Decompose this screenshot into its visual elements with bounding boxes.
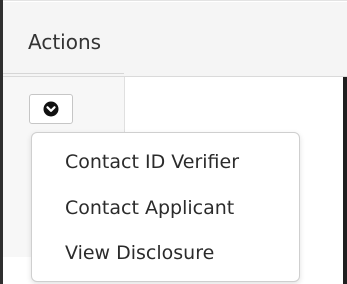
menu-item-contact-applicant[interactable]: Contact Applicant bbox=[65, 196, 234, 220]
header-divider bbox=[3, 73, 124, 74]
right-edge-strip bbox=[343, 77, 347, 284]
top-edge-line bbox=[0, 0, 347, 1]
chevron-down-circle-icon bbox=[43, 101, 59, 117]
actions-header-label: Actions bbox=[28, 30, 102, 54]
actions-column-header: Actions bbox=[3, 2, 347, 77]
actions-dropdown-toggle[interactable] bbox=[29, 94, 73, 124]
menu-item-view-disclosure[interactable]: View Disclosure bbox=[65, 241, 214, 265]
actions-dropdown-menu: Contact ID Verifier Contact Applicant Vi… bbox=[31, 132, 300, 282]
actions-panel: Actions Contact ID Verifier Contact Appl… bbox=[0, 0, 347, 284]
menu-item-contact-id-verifier[interactable]: Contact ID Verifier bbox=[65, 150, 239, 174]
